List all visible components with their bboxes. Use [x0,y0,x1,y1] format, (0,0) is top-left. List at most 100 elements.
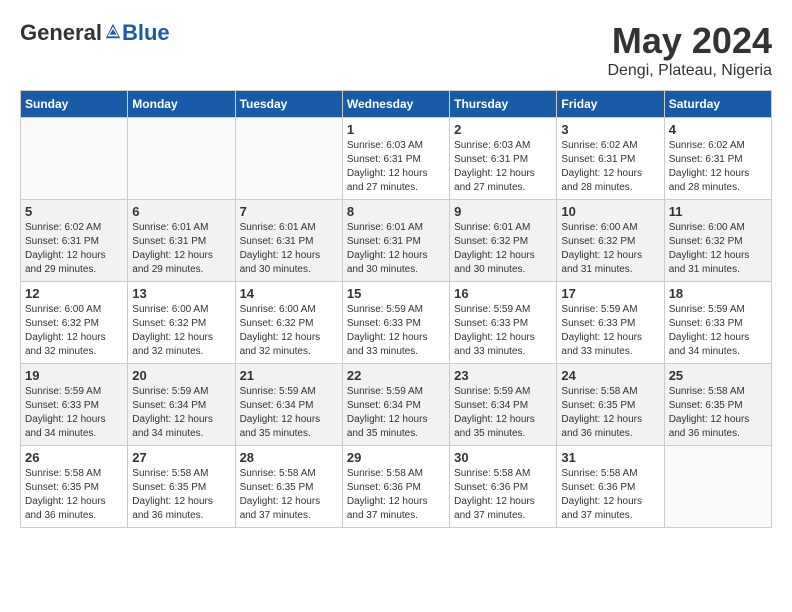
calendar-cell: 21 Sunrise: 5:59 AM Sunset: 6:34 PM Dayli… [235,364,342,446]
day-number: 14 [240,286,338,301]
day-info: Sunrise: 5:58 AM Sunset: 6:35 PM Dayligh… [561,385,659,441]
calendar-cell: 8Sunrise: 6:01 AM Sunset: 6:31 PM Daylig… [342,200,449,282]
calendar-cell: 6 Sunrise: 6:01 AM Sunset: 6:31 PM Daylig… [128,200,235,282]
calendar-cell: 4 Sunrise: 6:02 AM Sunset: 6:31 PM Daylig… [664,118,771,200]
weekday-header-monday: Monday [128,91,235,118]
day-number: 26 [25,450,123,465]
calendar-cell: 30Sunrise: 5:58 AM Sunset: 6:36 PM Dayli… [450,446,557,528]
day-number: 19 [25,368,123,383]
day-number: 16 [454,286,552,301]
calendar-cell: 29Sunrise: 5:58 AM Sunset: 6:36 PM Dayli… [342,446,449,528]
calendar-cell: 23 Sunrise: 5:59 AM Sunset: 6:34 PM Dayli… [450,364,557,446]
weekday-header-friday: Friday [557,91,664,118]
day-number: 30 [454,450,552,465]
calendar-cell: 12 Sunrise: 6:00 AM Sunset: 6:32 PM Dayli… [21,282,128,364]
day-number: 9 [454,204,552,219]
day-info: Sunrise: 5:59 AM Sunset: 6:33 PM Dayligh… [561,303,659,359]
day-info: Sunrise: 5:58 AM Sunset: 6:35 PM Dayligh… [669,385,767,441]
logo: General Blue [20,20,170,46]
day-info: Sunrise: 6:00 AM Sunset: 6:32 PM Dayligh… [669,221,767,277]
day-number: 2 [454,122,552,137]
day-number: 22 [347,368,445,383]
calendar-body: 1 Sunrise: 6:03 AM Sunset: 6:31 PM Daylig… [21,118,772,528]
day-info: Sunrise: 6:02 AM Sunset: 6:31 PM Dayligh… [561,139,659,195]
day-number: 29 [347,450,445,465]
calendar-cell: 5Sunrise: 6:02 AM Sunset: 6:31 PM Daylig… [21,200,128,282]
month-title: May 2024 [607,20,772,62]
day-info: Sunrise: 6:03 AM Sunset: 6:31 PM Dayligh… [454,139,552,195]
calendar-cell [128,118,235,200]
day-number: 1 [347,122,445,137]
weekday-header-sunday: Sunday [21,91,128,118]
calendar-cell: 20Sunrise: 5:59 AM Sunset: 6:34 PM Dayli… [128,364,235,446]
day-info: Sunrise: 6:02 AM Sunset: 6:31 PM Dayligh… [669,139,767,195]
day-number: 10 [561,204,659,219]
calendar-cell: 25Sunrise: 5:58 AM Sunset: 6:35 PM Dayli… [664,364,771,446]
day-info: Sunrise: 6:00 AM Sunset: 6:32 PM Dayligh… [132,303,230,359]
day-info: Sunrise: 6:03 AM Sunset: 6:31 PM Dayligh… [347,139,445,195]
day-number: 12 [25,286,123,301]
calendar-cell: 19Sunrise: 5:59 AM Sunset: 6:33 PM Dayli… [21,364,128,446]
calendar-cell: 15Sunrise: 5:59 AM Sunset: 6:33 PM Dayli… [342,282,449,364]
calendar-week-row: 1 Sunrise: 6:03 AM Sunset: 6:31 PM Daylig… [21,118,772,200]
calendar-cell: 11 Sunrise: 6:00 AM Sunset: 6:32 PM Dayli… [664,200,771,282]
day-number: 3 [561,122,659,137]
calendar-week-row: 12 Sunrise: 6:00 AM Sunset: 6:32 PM Dayli… [21,282,772,364]
day-info: Sunrise: 5:59 AM Sunset: 6:33 PM Dayligh… [669,303,767,359]
calendar-cell [21,118,128,200]
calendar-cell: 13 Sunrise: 6:00 AM Sunset: 6:32 PM Dayli… [128,282,235,364]
calendar-cell: 2 Sunrise: 6:03 AM Sunset: 6:31 PM Daylig… [450,118,557,200]
calendar-cell [664,446,771,528]
location: Dengi, Plateau, Nigeria [607,62,772,80]
day-number: 5 [25,204,123,219]
calendar-cell: 16 Sunrise: 5:59 AM Sunset: 6:33 PM Dayli… [450,282,557,364]
day-number: 4 [669,122,767,137]
day-number: 31 [561,450,659,465]
calendar-cell: 28 Sunrise: 5:58 AM Sunset: 6:35 PM Dayli… [235,446,342,528]
calendar-cell: 26Sunrise: 5:58 AM Sunset: 6:35 PM Dayli… [21,446,128,528]
day-number: 28 [240,450,338,465]
calendar-cell: 9Sunrise: 6:01 AM Sunset: 6:32 PM Daylig… [450,200,557,282]
day-info: Sunrise: 5:59 AM Sunset: 6:34 PM Dayligh… [347,385,445,441]
calendar-cell: 22 Sunrise: 5:59 AM Sunset: 6:34 PM Dayli… [342,364,449,446]
logo-blue-text: Blue [122,20,170,46]
day-number: 11 [669,204,767,219]
day-info: Sunrise: 5:58 AM Sunset: 6:35 PM Dayligh… [240,467,338,523]
day-number: 17 [561,286,659,301]
calendar-week-row: 19Sunrise: 5:59 AM Sunset: 6:33 PM Dayli… [21,364,772,446]
day-number: 24 [561,368,659,383]
day-info: Sunrise: 5:58 AM Sunset: 6:35 PM Dayligh… [132,467,230,523]
calendar-cell: 24 Sunrise: 5:58 AM Sunset: 6:35 PM Dayli… [557,364,664,446]
day-info: Sunrise: 5:59 AM Sunset: 6:33 PM Dayligh… [454,303,552,359]
day-info: Sunrise: 5:59 AM Sunset: 6:34 PM Dayligh… [240,385,338,441]
calendar-week-row: 26 Sunrise: 5:58 AM Sunset: 6:35 PM Dayli… [21,446,772,528]
day-info: Sunrise: 6:00 AM Sunset: 6:32 PM Dayligh… [240,303,338,359]
calendar-cell: 31 Sunrise: 5:58 AM Sunset: 6:36 PM Dayli… [557,446,664,528]
weekday-header-row: SundayMondayTuesdayWednesdayThursdayFrid… [21,91,772,118]
day-number: 13 [132,286,230,301]
day-info: Sunrise: 5:59 AM Sunset: 6:34 PM Dayligh… [454,385,552,441]
day-number: 23 [454,368,552,383]
day-number: 8 [347,204,445,219]
logo-icon [104,22,122,40]
day-number: 20 [132,368,230,383]
day-info: Sunrise: 5:58 AM Sunset: 6:36 PM Dayligh… [561,467,659,523]
day-number: 7 [240,204,338,219]
calendar-cell [235,118,342,200]
calendar-cell: 3 Sunrise: 6:02 AM Sunset: 6:31 PM Daylig… [557,118,664,200]
calendar-cell: 1 Sunrise: 6:03 AM Sunset: 6:31 PM Daylig… [342,118,449,200]
page-header: General Blue May 2024 Dengi, Plateau, Ni… [20,20,772,80]
day-number: 15 [347,286,445,301]
day-info: Sunrise: 6:01 AM Sunset: 6:31 PM Dayligh… [132,221,230,277]
day-info: Sunrise: 6:00 AM Sunset: 6:32 PM Dayligh… [25,303,123,359]
calendar-cell: 7Sunrise: 6:01 AM Sunset: 6:31 PM Daylig… [235,200,342,282]
calendar-cell: 10 Sunrise: 6:00 AM Sunset: 6:32 PM Dayli… [557,200,664,282]
day-number: 18 [669,286,767,301]
weekday-header-saturday: Saturday [664,91,771,118]
calendar-table: SundayMondayTuesdayWednesdayThursdayFrid… [20,90,772,528]
day-number: 21 [240,368,338,383]
day-number: 6 [132,204,230,219]
calendar-header: SundayMondayTuesdayWednesdayThursdayFrid… [21,91,772,118]
calendar-cell: 14 Sunrise: 6:00 AM Sunset: 6:32 PM Dayli… [235,282,342,364]
day-info: Sunrise: 6:00 AM Sunset: 6:32 PM Dayligh… [561,221,659,277]
